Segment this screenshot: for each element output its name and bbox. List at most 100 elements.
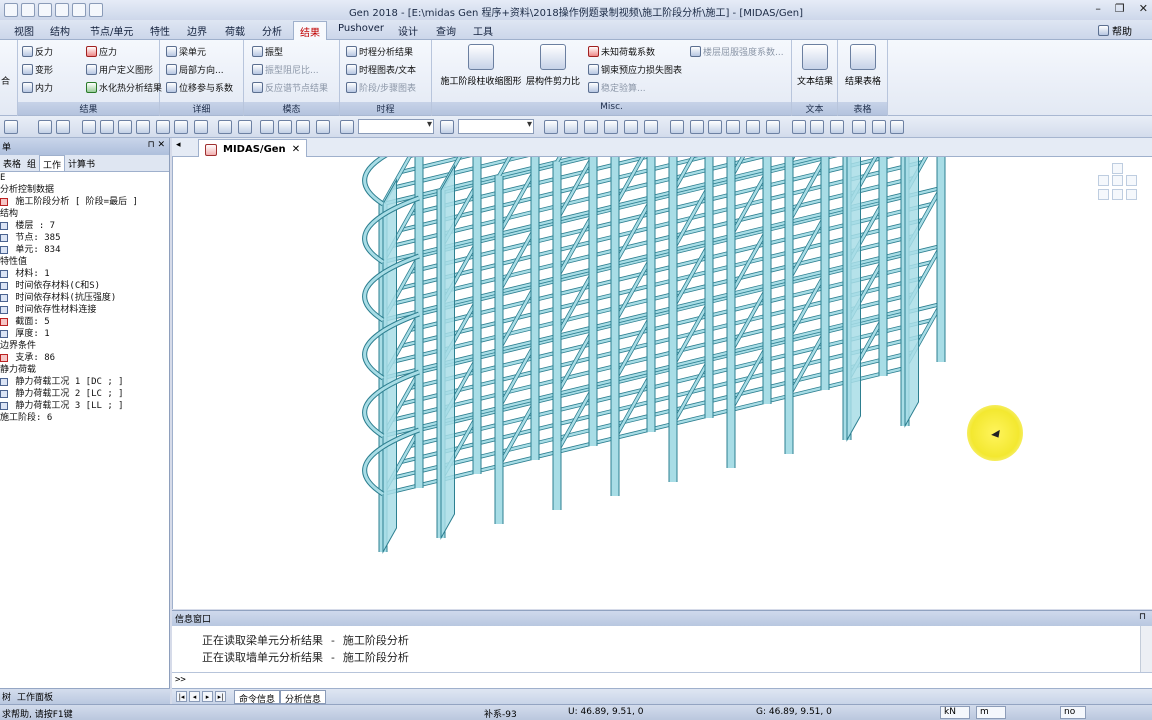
tab-tools[interactable]: 工具 — [473, 23, 493, 38]
activate-previous-icon[interactable] — [316, 120, 330, 134]
text-result-button[interactable]: 文本结果 — [794, 44, 836, 87]
tab-boundary[interactable]: 边界 — [187, 23, 207, 38]
tree-node[interactable]: 支承: 86 — [0, 352, 169, 364]
reaction-button[interactable]: 反力 — [22, 45, 53, 58]
tree-node[interactable]: 厚度: 1 — [0, 328, 169, 340]
mirror-icon[interactable] — [584, 120, 598, 134]
display-icon[interactable] — [690, 120, 704, 134]
select-icon[interactable] — [38, 120, 52, 134]
tab-work-panel[interactable]: 工作面板 — [17, 690, 53, 703]
filter-dropdown[interactable] — [458, 119, 534, 134]
story-yield-strength-button[interactable]: 楼层屈服强度系数... — [690, 45, 784, 58]
modal-damping-button[interactable]: 振型阻尼比... — [252, 63, 319, 76]
user-defined-graph-button[interactable]: 用户定义图形 — [86, 63, 153, 76]
shrink-icon[interactable] — [238, 120, 252, 134]
message-scrollbar[interactable] — [1140, 626, 1152, 672]
tree-node[interactable]: 静力荷载工况 1 [DC ; ] — [0, 376, 169, 388]
tree-node[interactable]: 节点: 385 — [0, 232, 169, 244]
close-tab-icon[interactable]: ✕ — [292, 144, 300, 155]
tree-node[interactable]: 静力荷载工况 3 [LL ; ] — [0, 400, 169, 412]
tab-query[interactable]: 查询 — [436, 23, 456, 38]
zoom-window-icon[interactable] — [100, 120, 114, 134]
result-table-button[interactable]: 结果表格 — [840, 44, 886, 87]
tab-works[interactable]: 工作 — [39, 155, 66, 171]
tree-node[interactable]: 材料: 1 — [0, 268, 169, 280]
select-window-icon[interactable] — [56, 120, 70, 134]
tab-node-element[interactable]: 节点/单元 — [90, 23, 133, 38]
tree-node[interactable]: 时间依存性材料连接 — [0, 304, 169, 316]
mode-shape-button[interactable]: 振型 — [252, 45, 283, 58]
measure-icon[interactable] — [604, 120, 618, 134]
point-grid-icon[interactable] — [810, 120, 824, 134]
combine-button[interactable]: 合 — [1, 74, 10, 87]
tree-node[interactable]: E — [0, 172, 169, 184]
tab-scroll-left-icon[interactable]: ◂ — [176, 140, 181, 150]
stop-red-icon[interactable] — [746, 120, 760, 134]
filter-select[interactable]: no — [1060, 706, 1086, 719]
tree-node[interactable]: 楼层 : 7 — [0, 220, 169, 232]
tab-load[interactable]: 荷载 — [225, 23, 245, 38]
lock-icon[interactable] — [872, 120, 886, 134]
tab-structure[interactable]: 结构 — [50, 23, 70, 38]
force-unit-select[interactable]: kN — [940, 706, 970, 719]
grid-icon[interactable] — [544, 120, 558, 134]
render-icon[interactable] — [708, 120, 722, 134]
time-history-graph-button[interactable]: 时程图表/文本 — [346, 63, 416, 76]
deformation-button[interactable]: 变形 — [22, 63, 53, 76]
last-icon[interactable]: ▸| — [215, 691, 226, 702]
tree-node[interactable]: 截面: 5 — [0, 316, 169, 328]
length-unit-select[interactable]: m — [976, 706, 1006, 719]
tree-node[interactable]: 分析控制数据 — [0, 184, 169, 196]
inactivate-icon[interactable] — [278, 120, 292, 134]
tree-node[interactable]: 静力荷载工况 2 [LC ; ] — [0, 388, 169, 400]
next-icon[interactable]: ▸ — [202, 691, 213, 702]
undo-toolbar-icon[interactable] — [4, 120, 18, 134]
stage-step-graph-button[interactable]: 阶段/步骤图表 — [346, 81, 416, 94]
tab-results[interactable]: 结果 — [293, 21, 327, 41]
ruler-icon[interactable] — [624, 120, 638, 134]
heat-of-hydration-button[interactable]: 水化热分析结果 — [86, 81, 162, 94]
tree-node[interactable]: 静力荷载 — [0, 364, 169, 376]
tab-properties[interactable]: 特性 — [150, 23, 170, 38]
tab-pushover[interactable]: Pushover — [338, 23, 384, 34]
tree-node[interactable]: 单元: 834 — [0, 244, 169, 256]
tree-node[interactable]: 时间依存材料(C和S) — [0, 280, 169, 292]
arrow-icon[interactable] — [792, 120, 806, 134]
unlock-icon[interactable] — [890, 120, 904, 134]
tab-command-message[interactable]: 命令信息 — [234, 690, 281, 705]
stress-button[interactable]: 应力 — [86, 45, 117, 58]
selection-dropdown[interactable] — [358, 119, 434, 134]
pan-icon[interactable] — [118, 120, 132, 134]
close-icon[interactable]: ✕ — [1139, 2, 1148, 15]
tab-report[interactable]: 计算书 — [65, 155, 98, 171]
tree-node[interactable]: 结构 — [0, 208, 169, 220]
maximize-icon[interactable]: ❐ — [1115, 2, 1125, 15]
record-icon[interactable] — [766, 120, 780, 134]
prev-icon[interactable]: ◂ — [189, 691, 200, 702]
tab-tables[interactable]: 表格 — [0, 155, 24, 171]
tree-node[interactable]: 施工阶段: 6 — [0, 412, 169, 424]
hidden-icon[interactable] — [218, 120, 232, 134]
view-cube[interactable] — [1098, 163, 1138, 211]
story-shear-ratio-button[interactable]: 层构件剪力比 — [524, 44, 582, 87]
tree-node[interactable]: 特性值 — [0, 256, 169, 268]
force-button[interactable]: 内力 — [22, 81, 53, 94]
pin-icon[interactable]: ⊓ — [1139, 612, 1146, 622]
model-viewport[interactable] — [172, 157, 1152, 609]
tab-tree[interactable]: 树 — [2, 690, 11, 703]
perspective-icon[interactable] — [726, 120, 740, 134]
tree-node[interactable]: 施工阶段分析 [ 阶段=最后 ] — [0, 196, 169, 208]
time-history-result-button[interactable]: 时程分析结果 — [346, 45, 413, 58]
filter-icon[interactable] — [440, 120, 454, 134]
tree-node[interactable]: 时间依存材料(抗压强度) — [0, 292, 169, 304]
displacement-participation-button[interactable]: 位移参与系数 — [166, 81, 233, 94]
beam-element-button[interactable]: 梁单元 — [166, 45, 206, 58]
spectrum-node-result-button[interactable]: 反应谱节点结果 — [252, 81, 328, 94]
help-button[interactable]: 帮助 — [1098, 23, 1132, 38]
command-line-input[interactable]: >> — [172, 672, 1152, 689]
minimize-icon[interactable]: – — [1095, 2, 1101, 15]
unknown-load-factor-button[interactable]: 未知荷载系数 — [588, 45, 655, 58]
column-shortening-button[interactable]: 施工阶段柱收缩图形 — [438, 44, 524, 87]
tab-groups[interactable]: 组 — [24, 155, 39, 171]
stability-check-button[interactable]: 稳定验算... — [588, 81, 646, 94]
